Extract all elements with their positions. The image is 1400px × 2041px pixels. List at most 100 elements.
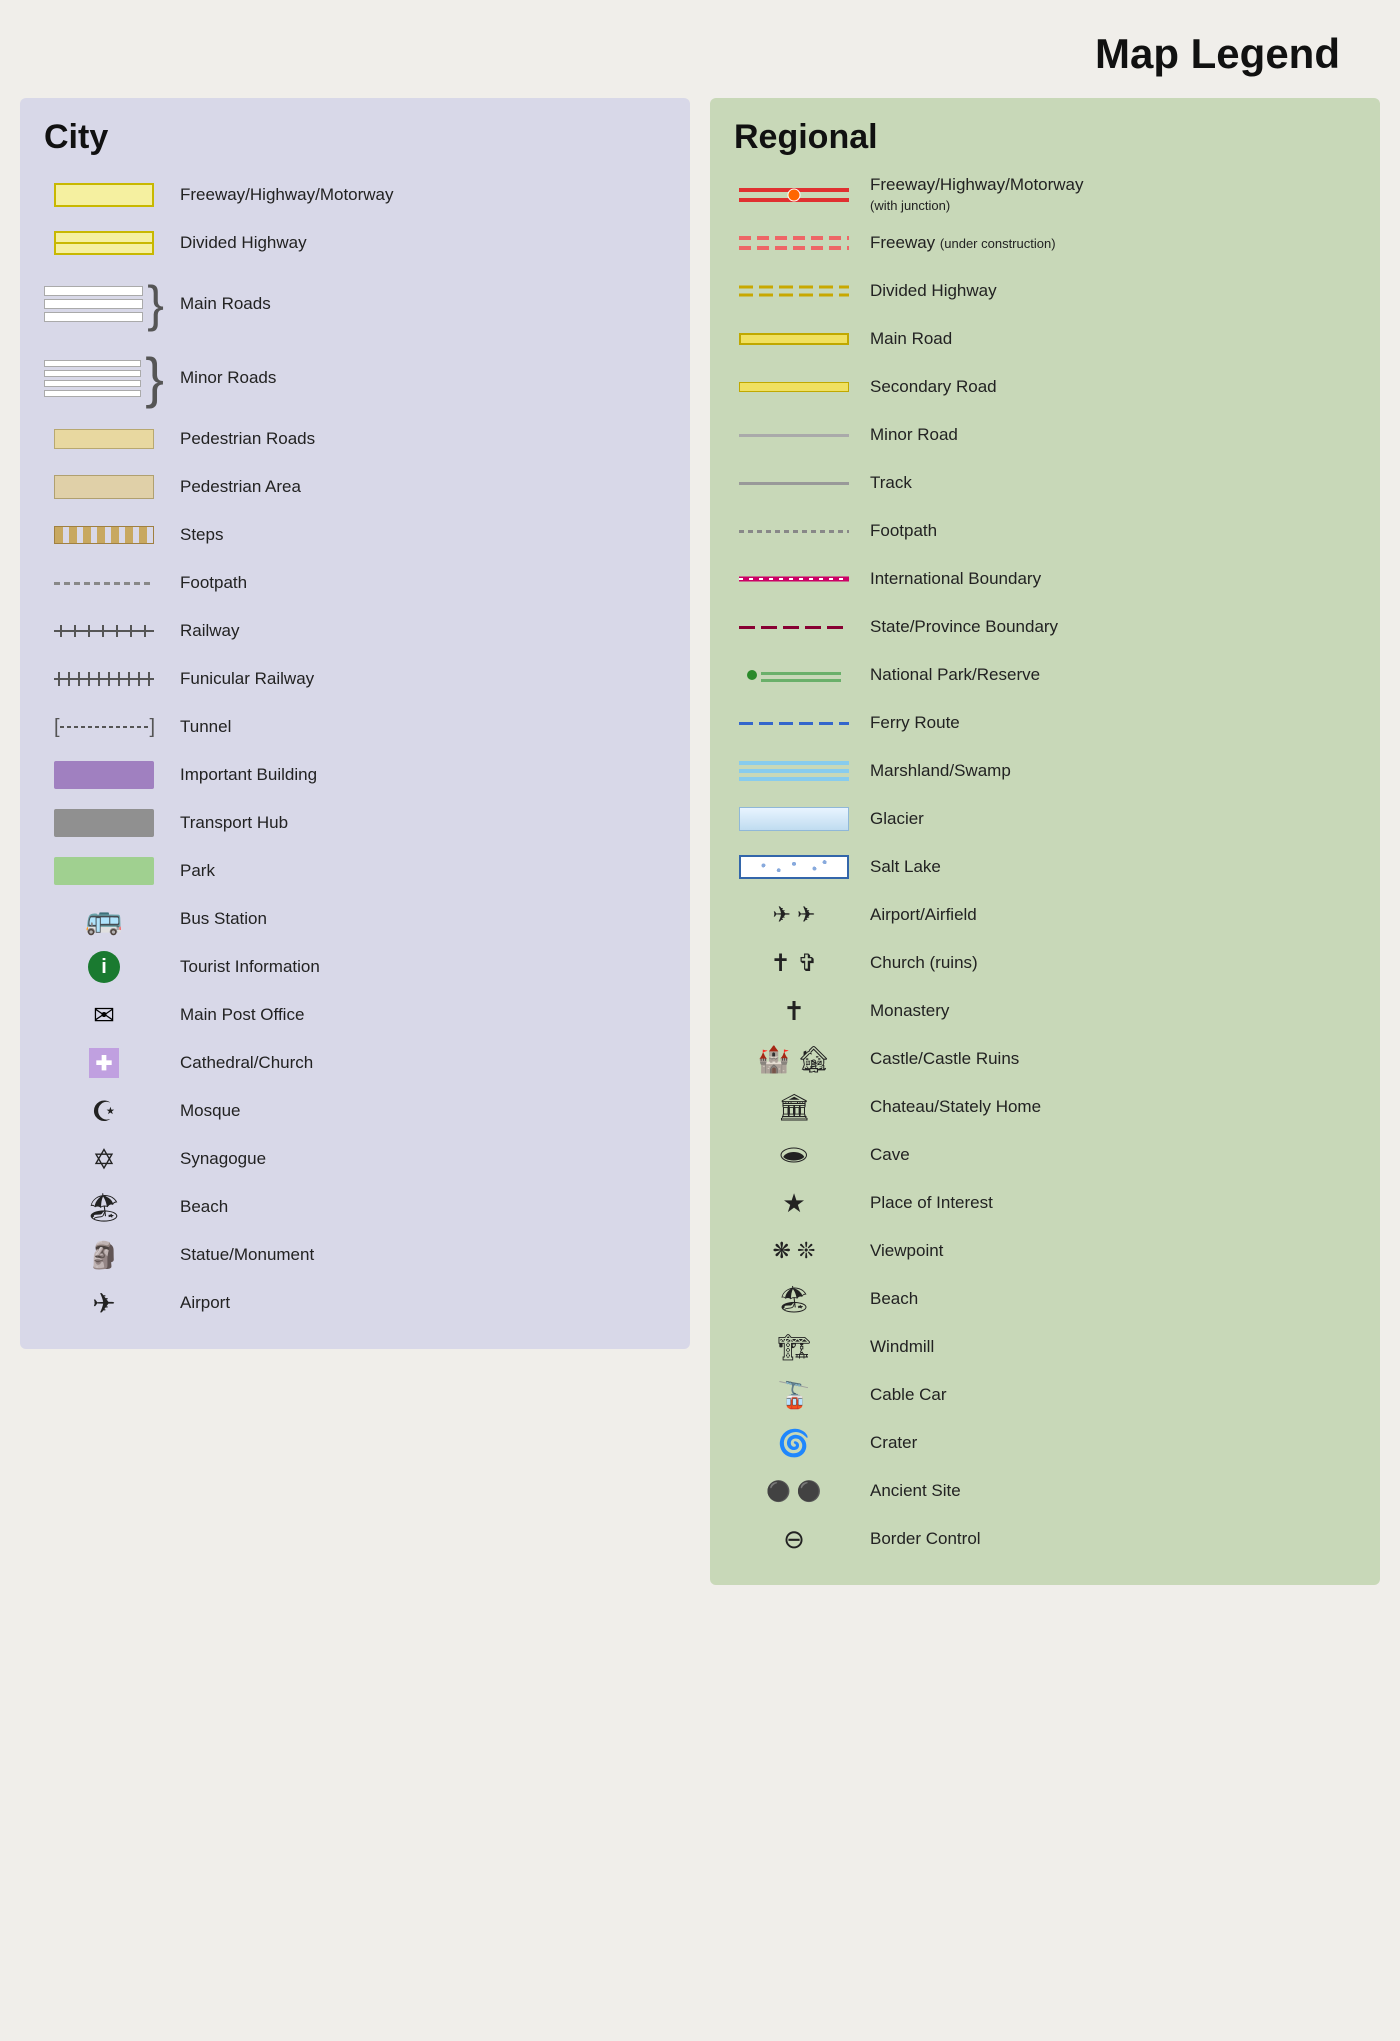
list-item: ☪ Mosque	[44, 1089, 666, 1133]
reg-monastery-label: Monastery	[870, 1001, 1356, 1021]
important-building-label: Important Building	[180, 765, 666, 785]
airport-icon: ✈	[92, 1287, 115, 1320]
list-item: Pedestrian Area	[44, 465, 666, 509]
chateau-icon: 🏛	[777, 1092, 810, 1123]
list-item: 🏗 Windmill	[734, 1325, 1356, 1369]
list-item: 🏖 Beach	[44, 1185, 666, 1229]
reg-windmill-label: Windmill	[870, 1337, 1356, 1357]
list-item: State/Province Boundary	[734, 605, 1356, 649]
reg-freeway-label: Freeway/Highway/Motorway(with junction)	[870, 175, 1356, 215]
cablecar-icon: 🚡	[778, 1380, 810, 1411]
reg-marshland-symbol	[734, 761, 854, 781]
regional-heading: Regional	[734, 118, 1356, 157]
reg-chateau-label: Chateau/Stately Home	[870, 1097, 1356, 1117]
list-item: [ ] Tunnel	[44, 705, 666, 749]
list-item: National Park/Reserve	[734, 653, 1356, 697]
list-item: Salt Lake	[734, 845, 1356, 889]
reg-beach-icon: 🏖	[777, 1284, 810, 1315]
transport-hub-symbol	[44, 809, 164, 837]
reg-ancient-label: Ancient Site	[870, 1481, 1356, 1501]
page-title: Map Legend	[20, 20, 1380, 98]
reg-saltlake-label: Salt Lake	[870, 857, 1356, 877]
reg-church-symbol: ✝ ✞	[734, 949, 854, 978]
list-item: 🚡 Cable Car	[734, 1373, 1356, 1417]
beach-symbol: 🏖	[44, 1191, 164, 1224]
statue-symbol: 🗿	[44, 1240, 164, 1271]
list-item: Minor Road	[734, 413, 1356, 457]
reg-divided-symbol	[734, 283, 854, 299]
reg-airport-label: Airport/Airfield	[870, 905, 1356, 925]
pedestrian-area-label: Pedestrian Area	[180, 477, 666, 497]
airport-label: Airport	[180, 1293, 666, 1313]
beach-icon: 🏖	[86, 1191, 122, 1224]
list-item: ✈ ✈ Airport/Airfield	[734, 893, 1356, 937]
list-item: Freeway/Highway/Motorway(with junction)	[734, 173, 1356, 217]
list-item: Glacier	[734, 797, 1356, 841]
regional-panel: Regional Freeway/Highway/Motorway(with j…	[710, 98, 1380, 1585]
funicular-label: Funicular Railway	[180, 669, 666, 689]
statue-icon: 🗿	[88, 1240, 120, 1271]
list-item: ⚫ ⚫ Ancient Site	[734, 1469, 1356, 1513]
freeway-label: Freeway/Highway/Motorway	[180, 185, 666, 205]
reg-windmill-symbol: 🏗	[734, 1332, 854, 1363]
list-item: Footpath	[734, 509, 1356, 553]
reg-main-road-label: Main Road	[870, 329, 1356, 349]
beach-label: Beach	[180, 1197, 666, 1217]
mosque-label: Mosque	[180, 1101, 666, 1121]
reg-glacier-label: Glacier	[870, 809, 1356, 829]
railway-symbol	[44, 625, 164, 637]
list-item: Footpath	[44, 561, 666, 605]
list-item: } Main Roads	[44, 269, 666, 339]
reg-marshland-label: Marshland/Swamp	[870, 761, 1356, 781]
minor-roads-symbol: }	[44, 350, 164, 406]
reg-main-road-symbol	[734, 333, 854, 345]
reg-secondary-symbol	[734, 382, 854, 392]
list-item: Important Building	[44, 753, 666, 797]
cross-ruins-icon: ✝ ✞	[771, 949, 818, 978]
viewpoint-icon: ❋ ❊	[773, 1238, 816, 1264]
list-item: ✉ Main Post Office	[44, 993, 666, 1037]
reg-airport-symbol: ✈ ✈	[734, 902, 854, 928]
synagogue-symbol: ✡	[44, 1143, 164, 1176]
list-item: Main Road	[734, 317, 1356, 361]
synagogue-label: Synagogue	[180, 1149, 666, 1169]
list-item: Ferry Route	[734, 701, 1356, 745]
pedestrian-roads-symbol	[44, 429, 164, 449]
list-item: ✈ Airport	[44, 1281, 666, 1325]
star-icon: ★	[782, 1188, 805, 1219]
reg-freeway-const-svg	[739, 233, 849, 253]
envelope-icon: ✉	[93, 1000, 115, 1031]
reg-intl-label: International Boundary	[870, 569, 1356, 589]
important-building-symbol	[44, 761, 164, 789]
reg-freeway-symbol	[734, 185, 854, 205]
reg-natpark-label: National Park/Reserve	[870, 665, 1356, 685]
divided-hwy-symbol	[44, 231, 164, 255]
list-item: ❋ ❊ Viewpoint	[734, 1229, 1356, 1273]
list-item: 🌀 Crater	[734, 1421, 1356, 1465]
tourist-info-symbol: i	[44, 951, 164, 983]
reg-church-label: Church (ruins)	[870, 953, 1356, 973]
reg-divided-svg	[739, 283, 849, 299]
reg-glacier-symbol	[734, 807, 854, 831]
reg-cablecar-label: Cable Car	[870, 1385, 1356, 1405]
reg-beach-label: Beach	[870, 1289, 1356, 1309]
reg-beach-symbol: 🏖	[734, 1284, 854, 1315]
list-item: } Minor Roads	[44, 343, 666, 413]
reg-ferry-symbol	[734, 722, 854, 725]
reg-interest-label: Place of Interest	[870, 1193, 1356, 1213]
steps-label: Steps	[180, 525, 666, 545]
crater-icon: 🌀	[778, 1428, 810, 1459]
freeway-symbol	[44, 183, 164, 207]
reg-track-label: Track	[870, 473, 1356, 493]
city-panel: City Freeway/Highway/Motorway Divided Hi…	[20, 98, 690, 1349]
list-item: Divided Highway	[44, 221, 666, 265]
list-item: Freeway/Highway/Motorway	[44, 173, 666, 217]
list-item: Track	[734, 461, 1356, 505]
list-item: Secondary Road	[734, 365, 1356, 409]
park-symbol	[44, 857, 164, 885]
list-item: ✚ Cathedral/Church	[44, 1041, 666, 1085]
city-heading: City	[44, 118, 666, 157]
list-item: Park	[44, 849, 666, 893]
reg-crater-label: Crater	[870, 1433, 1356, 1453]
cave-icon: 🕳	[777, 1140, 810, 1171]
